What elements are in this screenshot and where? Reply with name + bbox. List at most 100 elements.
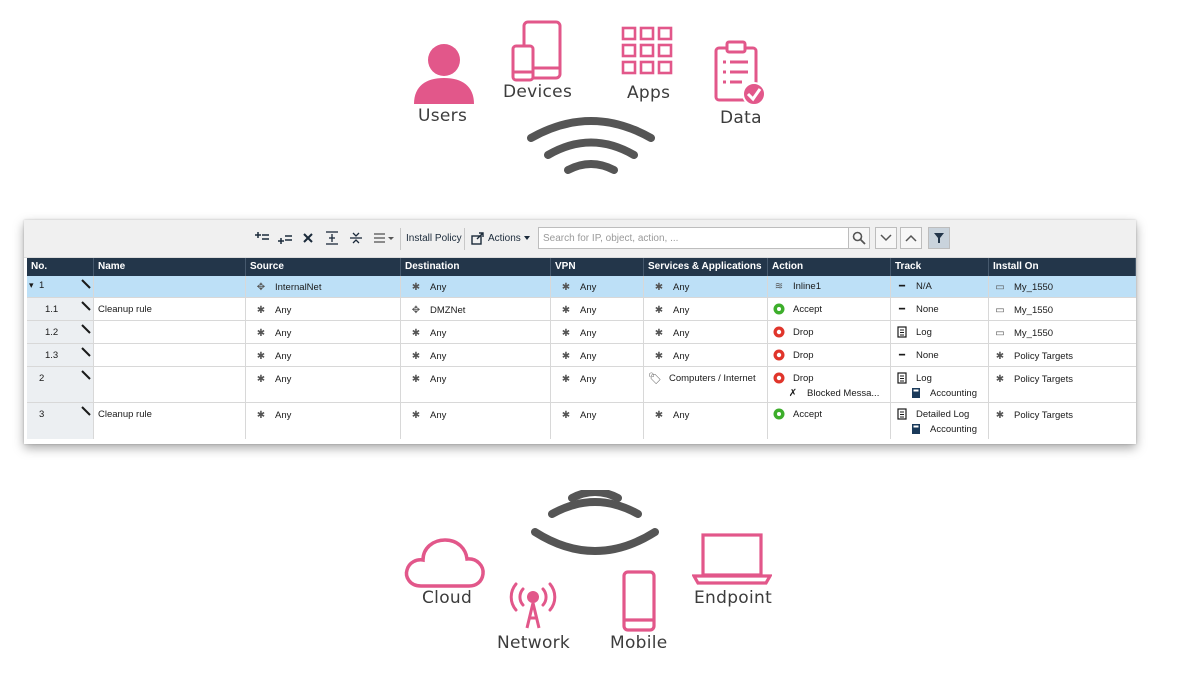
network-object-icon: ✥: [411, 304, 421, 316]
edit-icon[interactable]: [81, 347, 91, 357]
column-vpn[interactable]: VPN: [551, 258, 644, 276]
calculator-icon: [909, 387, 923, 399]
any-icon: ✱: [654, 409, 664, 421]
add-rule-below-button[interactable]: [277, 228, 293, 248]
dash-icon: ━: [898, 303, 906, 315]
cloud-label: Cloud: [422, 588, 473, 608]
edit-icon[interactable]: [81, 406, 91, 416]
edit-icon[interactable]: [81, 324, 91, 334]
rule-name[interactable]: [94, 344, 246, 366]
table-row[interactable]: 3 Cleanup rule ✱ Any ✱ Any ✱ Any ✱ Any Accep…: [27, 403, 1136, 439]
any-icon: ✱: [995, 350, 1005, 362]
any-icon: ✱: [561, 304, 571, 316]
any-icon: ✱: [995, 409, 1005, 421]
network-antenna-icon: [509, 582, 557, 629]
close-icon: [303, 233, 313, 243]
dash-icon: ━: [898, 349, 906, 361]
list-icon: [374, 233, 394, 243]
any-icon: ✱: [411, 327, 421, 339]
any-icon: ✱: [256, 327, 266, 339]
column-services[interactable]: Services & Applications: [644, 258, 768, 276]
edit-icon[interactable]: [81, 370, 91, 380]
any-icon: ✱: [561, 409, 571, 421]
actions-button[interactable]: Actions: [471, 228, 531, 248]
add-rule-above-button[interactable]: [254, 228, 270, 248]
rule-name[interactable]: [94, 367, 246, 402]
mobile-label: Mobile: [610, 633, 668, 653]
table-row[interactable]: 1.3 ✱ Any ✱ Any ✱ Any ✱ Any Drop ━ None ✱ Poli…: [27, 344, 1136, 367]
column-track[interactable]: Track: [891, 258, 989, 276]
rule-name[interactable]: [94, 321, 246, 343]
devices-icon: [511, 20, 562, 82]
wifi-icon: [531, 490, 659, 555]
search-button[interactable]: [848, 227, 870, 249]
network-object-icon: ✥: [256, 281, 266, 293]
drop-icon: [772, 372, 786, 384]
expand-toggle[interactable]: ▾: [29, 280, 34, 291]
any-icon: ✱: [256, 409, 266, 421]
toolbar: Install Policy Actions Search for IP, ob…: [24, 220, 1136, 258]
rule-name[interactable]: [94, 276, 246, 297]
log-icon: [895, 372, 909, 384]
policy-window: Install Policy Actions Search for IP, ob…: [24, 220, 1136, 444]
chevron-up-icon: [905, 234, 917, 242]
add-rule-above-icon: [255, 232, 269, 240]
data-label: Data: [720, 108, 762, 128]
cloud-icon: [404, 538, 485, 588]
filter-icon: [934, 233, 944, 243]
accept-icon: [772, 303, 786, 315]
search-input[interactable]: Search for IP, object, action, ...: [538, 227, 870, 249]
filter-button[interactable]: [928, 227, 950, 249]
column-source[interactable]: Source: [246, 258, 401, 276]
any-icon: ✱: [561, 327, 571, 339]
actions-label: Actions: [488, 232, 521, 244]
network-label: Network: [497, 633, 571, 653]
table-row[interactable]: ▾ 1 ✥ InternalNet ✱ Any ✱ Any ✱ Any ≋ Inline1…: [27, 276, 1136, 298]
any-icon: ✱: [411, 281, 421, 293]
column-destination[interactable]: Destination: [401, 258, 551, 276]
wifi-icon: [527, 117, 655, 174]
any-icon: ✱: [561, 373, 571, 385]
any-icon: ✱: [654, 350, 664, 362]
calculator-icon: [909, 423, 923, 435]
install-policy-button[interactable]: Install Policy: [406, 228, 462, 248]
column-install-on[interactable]: Install On: [989, 258, 1136, 276]
table-row[interactable]: 2 ✱ Any ✱ Any ✱ Any 🏷 Computers / Internet D…: [27, 367, 1136, 403]
delete-button[interactable]: [302, 228, 314, 248]
previous-match-button[interactable]: [900, 227, 922, 249]
column-name[interactable]: Name: [94, 258, 246, 276]
drop-icon: [772, 326, 786, 338]
add-rule-below-icon: [278, 235, 292, 244]
search-icon: [852, 231, 866, 245]
any-icon: ✱: [256, 304, 266, 316]
accept-icon: [772, 408, 786, 420]
section-icon: [326, 231, 338, 245]
edit-icon[interactable]: [81, 301, 91, 311]
column-no[interactable]: No.: [27, 258, 94, 276]
table-row[interactable]: 1.2 ✱ Any ✱ Any ✱ Any ✱ Any Drop Log ▭ My_155…: [27, 321, 1136, 344]
edit-icon[interactable]: [81, 279, 91, 289]
rule-number: 1.3: [45, 350, 59, 361]
split-section-button[interactable]: [349, 228, 363, 248]
users-label: Users: [418, 106, 468, 126]
table-header: No. Name Source Destination VPN Services…: [27, 258, 1136, 276]
any-icon: ✱: [411, 373, 421, 385]
apps-label: Apps: [627, 83, 671, 103]
any-icon: ✱: [654, 304, 664, 316]
layers-icon: ≋: [774, 280, 784, 292]
table-row[interactable]: 1.1 Cleanup rule ✱ Any ✥ DMZNet ✱ Any ✱ Any …: [27, 298, 1136, 321]
blocked-message-icon: ✗: [788, 387, 798, 399]
export-icon: [471, 232, 484, 245]
rule-number: 1: [39, 280, 45, 291]
rule-name[interactable]: Cleanup rule: [94, 298, 246, 320]
drop-icon: [772, 349, 786, 361]
list-options-button[interactable]: [373, 228, 395, 248]
gateway-icon: ▭: [995, 327, 1005, 339]
devices-label: Devices: [503, 82, 573, 102]
tag-icon: 🏷: [648, 372, 662, 385]
add-section-button[interactable]: [325, 228, 339, 248]
column-action[interactable]: Action: [768, 258, 891, 276]
next-match-button[interactable]: [875, 227, 897, 249]
rule-name[interactable]: Cleanup rule: [94, 403, 246, 439]
laptop-icon: [692, 533, 772, 585]
